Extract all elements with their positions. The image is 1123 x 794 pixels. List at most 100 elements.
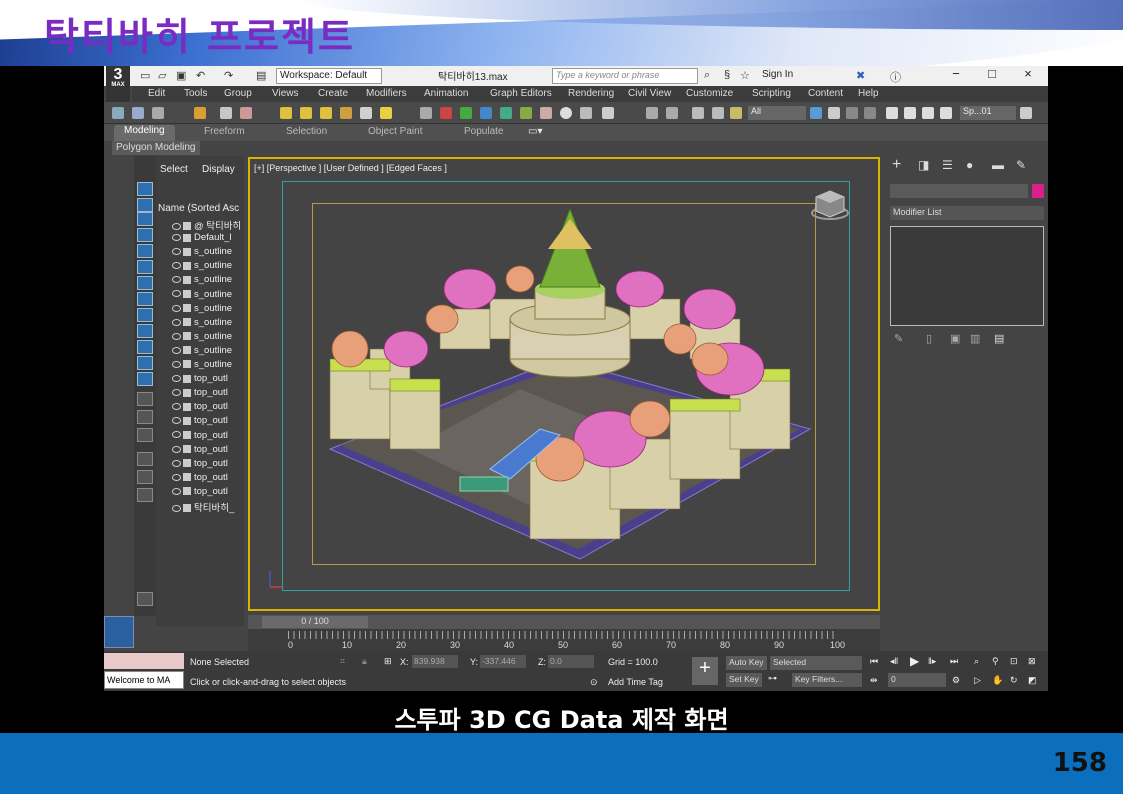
select-by-name-icon[interactable] [828,107,840,119]
display-icon[interactable] [500,107,512,119]
visibility-eye-icon[interactable] [172,375,181,383]
star-icon[interactable]: ☆ [740,69,750,82]
configure-modifier-icon[interactable]: ▤ [994,332,1004,345]
display-containers-icon[interactable] [137,340,153,354]
scene-row[interactable]: s_outline [172,331,244,345]
utilities-icon[interactable] [520,107,532,119]
key-filters-button[interactable]: Key Filters... [792,673,862,687]
show-end-result-icon[interactable]: ▯ [926,332,932,345]
minimize-button[interactable]: − [938,66,974,86]
tab-object-paint[interactable]: Object Paint [368,126,422,137]
display-bones-icon[interactable] [137,324,153,338]
search-input[interactable]: Type a keyword or phrase [552,68,698,84]
pan-icon[interactable]: ✋ [992,675,1003,686]
render-setup-icon[interactable] [540,107,552,119]
visibility-eye-icon[interactable] [172,473,181,481]
scene-row[interactable]: s_outline [172,359,244,373]
visibility-eye-icon[interactable] [172,417,181,425]
zoom-extents-icon[interactable]: ⊡ [1010,656,1018,667]
maximize-viewport-icon[interactable]: ◩ [1028,675,1037,686]
orbit-icon[interactable]: ↻ [1010,675,1018,686]
display-shapes-icon[interactable] [137,212,153,226]
toolbar-redo-icon[interactable] [666,107,678,119]
move-icon[interactable] [886,107,898,119]
visibility-eye-icon[interactable] [172,431,181,439]
funnel-icon[interactable] [137,470,153,484]
scene-row[interactable]: s_outline [172,303,244,317]
subscription-icon[interactable]: § [724,69,730,81]
scene-row[interactable]: @ 탁티바히 [172,218,244,232]
display-frozen-icon[interactable] [137,356,153,370]
display-xrefs-icon[interactable] [137,308,153,322]
visibility-eye-icon[interactable] [172,346,181,354]
display-invert-icon[interactable] [137,428,153,442]
display-hidden-icon[interactable] [137,372,153,386]
menu-group[interactable]: Group [224,88,252,99]
undo-toolbar-icon[interactable] [112,107,124,119]
placement-icon[interactable] [940,107,952,119]
modify-tab-icon[interactable]: ◨ [918,158,929,172]
make-unique-icon[interactable]: ▣ [950,332,960,345]
display-spacewarps-icon[interactable] [137,276,153,290]
prev-frame-icon[interactable]: ◂‖ [890,656,898,667]
scene-tab-select[interactable]: Select [160,164,188,175]
new-file-icon[interactable]: ▭ [140,69,150,82]
menu-create[interactable]: Create [318,88,348,99]
visibility-eye-icon[interactable] [172,403,181,411]
scene-row[interactable]: s_outline [172,289,244,303]
viewport-perspective[interactable]: [+] [Perspective ] [User Defined ] [Edge… [248,157,880,611]
redo-icon[interactable]: ↷ [224,69,233,82]
y-coordinate[interactable]: -337.446 [480,655,526,668]
visibility-eye-icon[interactable] [172,459,181,467]
menu-graph-editors[interactable]: Graph Editors [490,88,552,99]
scene-row[interactable]: top_outl [172,415,244,429]
visibility-eye-icon[interactable] [172,332,181,340]
project-icon[interactable]: ▤ [256,69,266,82]
menu-tools[interactable]: Tools [184,88,207,99]
rectangle-select-icon[interactable] [280,107,292,119]
tab-modeling[interactable]: Modeling [114,125,175,141]
visibility-eye-icon[interactable] [172,304,181,312]
layer-icon[interactable] [137,488,153,502]
current-frame-field[interactable]: 0 [888,673,946,687]
select-icon[interactable] [220,107,232,119]
time-tag-icon[interactable]: ⊙ [590,677,598,688]
key-mode-icon[interactable]: ⊶ [768,673,777,684]
lock-selection-icon[interactable]: 🔒︎ [362,656,367,667]
object-name-field[interactable] [890,184,1028,198]
goto-end-icon[interactable]: ⏭ [950,656,958,667]
rect-region-icon[interactable] [846,107,858,119]
visibility-eye-icon[interactable] [172,248,181,256]
exchange-icon[interactable]: ✖ [856,69,865,82]
help-icon[interactable]: ⓘ [890,69,901,85]
menu-rendering[interactable]: Rendering [568,88,614,99]
visibility-eye-icon[interactable] [172,290,181,298]
display-tab-icon[interactable]: ▬ [992,158,1004,172]
display-none-toggle-icon[interactable] [137,410,153,424]
display-groups-icon[interactable] [137,292,153,306]
material-icon[interactable] [560,107,572,119]
sign-in-link[interactable]: Sign In [762,69,793,80]
visibility-eye-icon[interactable] [172,222,181,230]
menu-content[interactable]: Content [808,88,843,99]
utilities-tab-icon[interactable]: ✎ [1016,158,1026,172]
polygon-modeling-label[interactable]: Polygon Modeling [112,141,200,155]
display-all-icon[interactable] [137,392,153,406]
display-none-icon[interactable] [137,182,153,196]
scene-row[interactable]: top_outl [172,486,244,500]
undo-icon[interactable]: ↶ [196,69,205,82]
scene-row[interactable]: top_outl [172,430,244,444]
key-mode-toggle-icon[interactable]: ⇹ [870,675,878,686]
toolbar-undo-icon[interactable] [646,107,658,119]
stupa-model[interactable] [310,209,830,589]
helper-icon[interactable] [420,107,432,119]
scene-row[interactable]: 탁티바히_ [172,500,244,514]
cone-icon[interactable] [340,107,352,119]
visibility-eye-icon[interactable] [172,504,181,512]
display-lights-icon[interactable] [137,228,153,242]
time-config-icon[interactable]: ⚙ [952,675,960,686]
pin-stack-icon[interactable]: ✎ [894,332,903,345]
isolate-icon[interactable]: ⌗ [340,656,345,667]
menu-civil-view[interactable]: Civil View [628,88,671,99]
fov-icon[interactable]: ▷ [974,675,981,686]
